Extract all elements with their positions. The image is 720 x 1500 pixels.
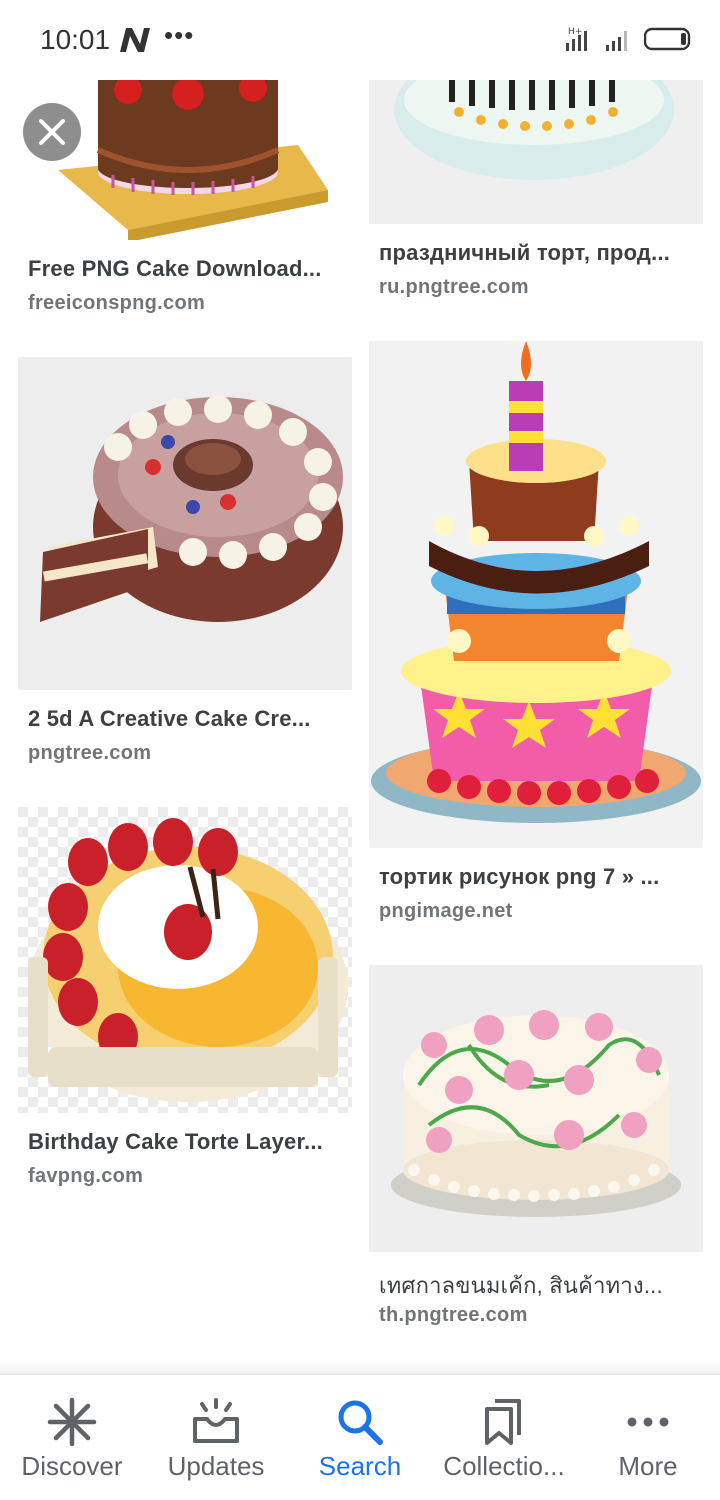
nav-label: Discover [21,1451,123,1481]
nav-discover[interactable]: Discover [0,1375,144,1500]
result-source: freeiconspng.com [28,292,206,314]
nav-collections[interactable]: Collectio... [432,1375,576,1500]
result-title[interactable]: Birthday Cake Torte Layer... [28,1129,342,1155]
result-source: pngimage.net [379,900,513,922]
festive-cake-image [369,80,703,224]
result-card-3[interactable]: тортик рисунок png 7 » ... pngimage.net [369,341,703,941]
battery-icon [644,27,691,51]
more-dots-icon [627,1417,669,1427]
result-card-1[interactable]: праздничный торт, прод... ru.pngtree.com [369,80,703,310]
status-more-dots: ••• [164,20,195,50]
nav-updates[interactable]: Updates [144,1375,288,1500]
result-title[interactable]: 2 5d A Creative Cake Cre... [28,706,342,732]
result-title[interactable]: тортик рисунок png 7 » ... [379,864,693,890]
result-title[interactable]: Free PNG Cake Download... [28,256,342,282]
result-card-2[interactable]: 2 5d A Creative Cake Cre... pngtree.com [18,357,352,777]
result-thumbnail[interactable] [18,807,352,1113]
nav-label: Search [318,1451,402,1481]
result-source: favpng.com [28,1165,144,1187]
bookmarks-icon [485,1399,521,1445]
result-thumbnail[interactable] [18,80,352,240]
result-thumbnail[interactable] [369,80,703,224]
result-card-4[interactable]: Birthday Cake Torte Layer... favpng.com [18,807,352,1207]
status-time: 10:01 [40,24,111,55]
result-thumbnail[interactable] [369,965,703,1252]
result-source: pngtree.com [28,742,152,764]
nav-label: Updates [167,1451,265,1481]
close-button[interactable] [23,103,81,161]
signal-icon: H+ [566,27,587,51]
bottom-nav-shadow [0,1362,720,1374]
signal-2-icon [606,31,627,51]
strawberry-torte-image [18,807,352,1113]
result-source: th.pngtree.com [379,1304,528,1326]
search-icon [338,1400,383,1445]
status-bar: 10:01 ••• H+ [0,0,720,80]
status-indicators: H+ [564,24,694,54]
result-thumbnail[interactable] [18,357,352,690]
result-title[interactable]: праздничный торт, прод... [379,240,693,266]
asterisk-icon [47,1397,97,1447]
bottom-navigation: Discover Updates Search Collectio... Mor… [0,1374,720,1500]
rose-cake-image [369,965,703,1252]
birthday-cake-drawing-image [369,341,703,848]
nav-more[interactable]: More [576,1375,720,1500]
result-thumbnail[interactable] [369,341,703,848]
close-icon [39,119,65,145]
notification-n-icon [120,28,150,52]
nav-search[interactable]: Search [288,1375,432,1500]
chocolate-cake-image [18,80,352,240]
result-title[interactable]: เทศกาลขนมเค้ก, สินค้าทาง... [379,1268,693,1303]
creative-cake-image [18,357,352,690]
nav-label: More [618,1451,678,1481]
result-source: ru.pngtree.com [379,276,529,298]
nav-label: Collectio... [443,1451,565,1481]
result-card-5[interactable]: เทศกาลขนมเค้ก, สินค้าทาง... th.pngtree.c… [369,965,703,1345]
inbox-bell-icon [193,1398,239,1443]
